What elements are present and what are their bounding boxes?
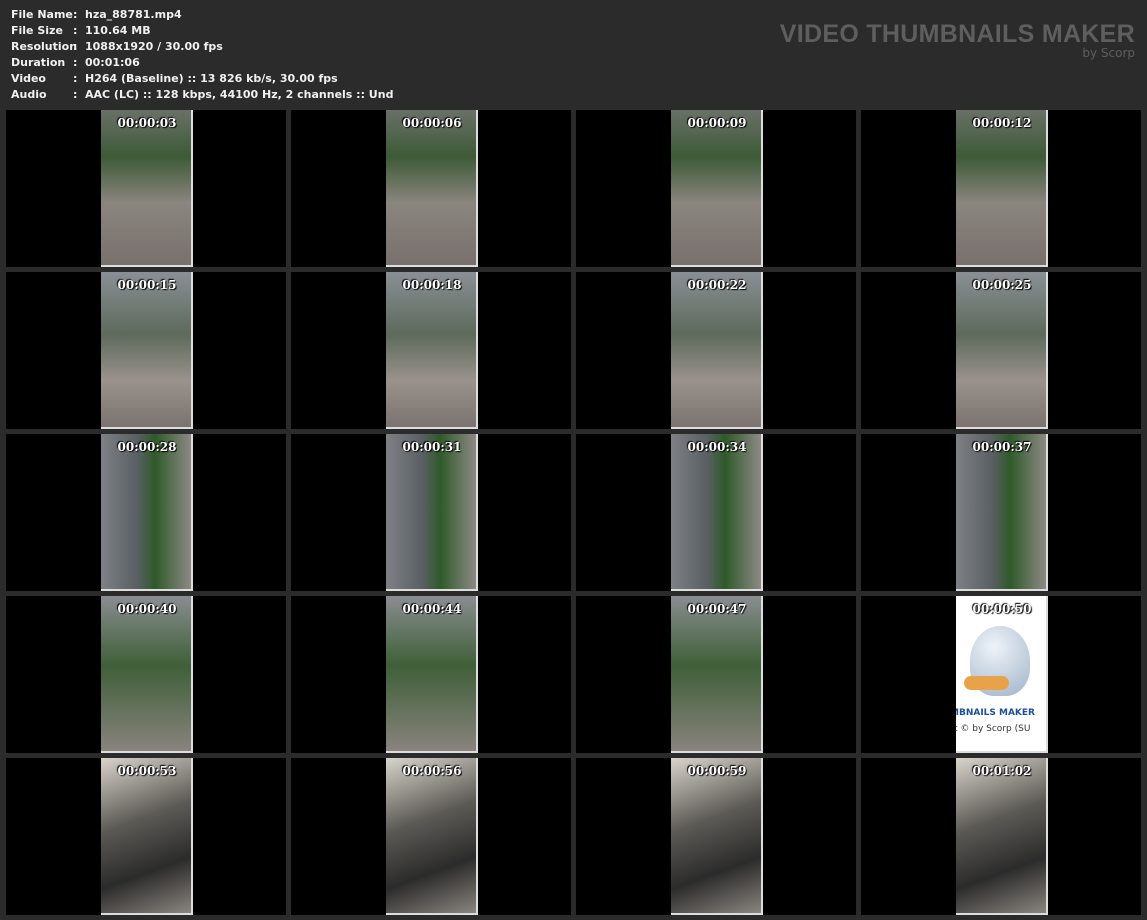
frame-timestamp: 00:00:03 [117,116,177,130]
info-label: File Name [11,8,73,21]
frame-timestamp: 00:00:06 [402,116,462,130]
thumbnail-cell[interactable]: 00:00:44 [291,596,571,753]
info-label: File Size [11,24,63,37]
info-separator: : [73,40,78,53]
frame-timestamp: 00:00:40 [117,602,177,616]
thumbnail-cell[interactable]: 00:00:34 [576,434,856,591]
info-value: 1088x1920 / 30.00 fps [85,40,223,53]
info-value: hza_88781.mp4 [85,8,182,21]
thumbnail-cell[interactable]: 00:00:28 [6,434,286,591]
info-label: Audio [11,88,47,101]
frame-timestamp: 00:00:34 [687,440,747,454]
thumbnail-cell[interactable]: 00:00:47 [576,596,856,753]
frame-timestamp: 00:00:22 [687,278,747,292]
frame-image [101,272,193,429]
logo-copyright: t © by Scorp (SU [956,724,1031,734]
frame-timestamp: 00:00:47 [687,602,747,616]
frame-image [671,434,763,591]
info-row: Video: H264 (Baseline) :: 13 826 kb/s, 30… [11,71,393,87]
frame-timestamp: 00:00:50 [972,602,1032,616]
thumbnail-cell[interactable]: 00:00:03 [6,110,286,267]
info-row: Resolution:1088x1920 / 30.00 fps [11,39,393,55]
thumbnail-cell[interactable]: 00:00:15 [6,272,286,429]
frame-image [386,110,478,267]
info-separator: : [73,72,78,85]
frame-timestamp: 00:00:28 [117,440,177,454]
logo-text: MBNAILS MAKER [956,708,1035,718]
thumbnail-cell[interactable]: 00:00:22 [576,272,856,429]
frame-timestamp: 00:00:53 [117,764,177,778]
thumbnail-cell[interactable]: MBNAILS MAKER t © by Scorp (SU 00:00:50 [861,596,1141,753]
frame-image [386,272,478,429]
frame-image [671,110,763,267]
frame-image [386,434,478,591]
frame-timestamp: 00:00:25 [972,278,1032,292]
frame-image [386,758,478,915]
info-label: Duration [11,56,66,69]
thumbnail-cell[interactable]: 00:00:31 [291,434,571,591]
info-label: Resolution [11,40,78,53]
info-row: File Size:110.64 MB [11,23,393,39]
info-value: AAC (LC) :: 128 kbps, 44100 Hz, 2 channe… [85,88,394,101]
frame-image [956,272,1048,429]
info-row: File Name: hza_88781.mp4 [11,7,393,23]
info-separator: : [73,8,78,21]
brand-title: VIDEO THUMBNAILS MAKER [779,20,1135,48]
thumbnail-grid: 00:00:03 00:00:06 00:00:09 00:00:12 00:00:15… [6,110,1141,915]
frame-image [956,758,1048,915]
info-row: Duration:00:01:06 [11,55,393,71]
frame-timestamp: 00:01:02 [972,764,1032,778]
info-value: H264 (Baseline) :: 13 826 kb/s, 30.00 fp… [85,72,338,85]
frame-timestamp: 00:00:59 [687,764,747,778]
info-label: Video [11,72,46,85]
file-info: File Name: hza_88781.mp4 File Size:110.64 … [11,7,393,103]
thumbnail-cell[interactable]: 00:00:37 [861,434,1141,591]
thumbnail-cell[interactable]: 00:00:06 [291,110,571,267]
frame-image [956,110,1048,267]
brand-watermark: VIDEO THUMBNAILS MAKER by Scorp [780,20,1135,60]
thumbnail-cell[interactable]: 00:00:12 [861,110,1141,267]
thumbnail-cell[interactable]: 00:01:02 [861,758,1141,915]
frame-image [386,596,478,753]
frame-timestamp: 00:00:09 [687,116,747,130]
thumbnail-cell[interactable]: 00:00:25 [861,272,1141,429]
frame-image [101,596,193,753]
frame-image: MBNAILS MAKER t © by Scorp (SU [956,596,1048,753]
info-separator: : [73,88,78,101]
scroll-icon [964,676,1009,690]
thumbnail-cell[interactable]: 00:00:18 [291,272,571,429]
frame-image [101,434,193,591]
frame-image [956,434,1048,591]
frame-image [101,758,193,915]
frame-image [101,110,193,267]
info-value: 110.64 MB [85,24,151,37]
frame-timestamp: 00:00:37 [972,440,1032,454]
thumbnail-cell[interactable]: 00:00:40 [6,596,286,753]
info-separator: : [73,24,78,37]
frame-timestamp: 00:00:31 [402,440,462,454]
frame-timestamp: 00:00:44 [402,602,462,616]
thumbnail-cell[interactable]: 00:00:09 [576,110,856,267]
frame-image [671,596,763,753]
info-row: Audio: AAC (LC) :: 128 kbps, 44100 Hz, 2 … [11,87,393,103]
frame-image [671,272,763,429]
frame-timestamp: 00:00:56 [402,764,462,778]
thumbnail-cell[interactable]: 00:00:53 [6,758,286,915]
frame-timestamp: 00:00:15 [117,278,177,292]
frame-timestamp: 00:00:18 [402,278,462,292]
info-value: 00:01:06 [85,56,140,69]
frame-image [671,758,763,915]
thumbnail-cell[interactable]: 00:00:59 [576,758,856,915]
info-separator: : [73,56,78,69]
frame-timestamp: 00:00:12 [972,116,1032,130]
thumbnail-cell[interactable]: 00:00:56 [291,758,571,915]
